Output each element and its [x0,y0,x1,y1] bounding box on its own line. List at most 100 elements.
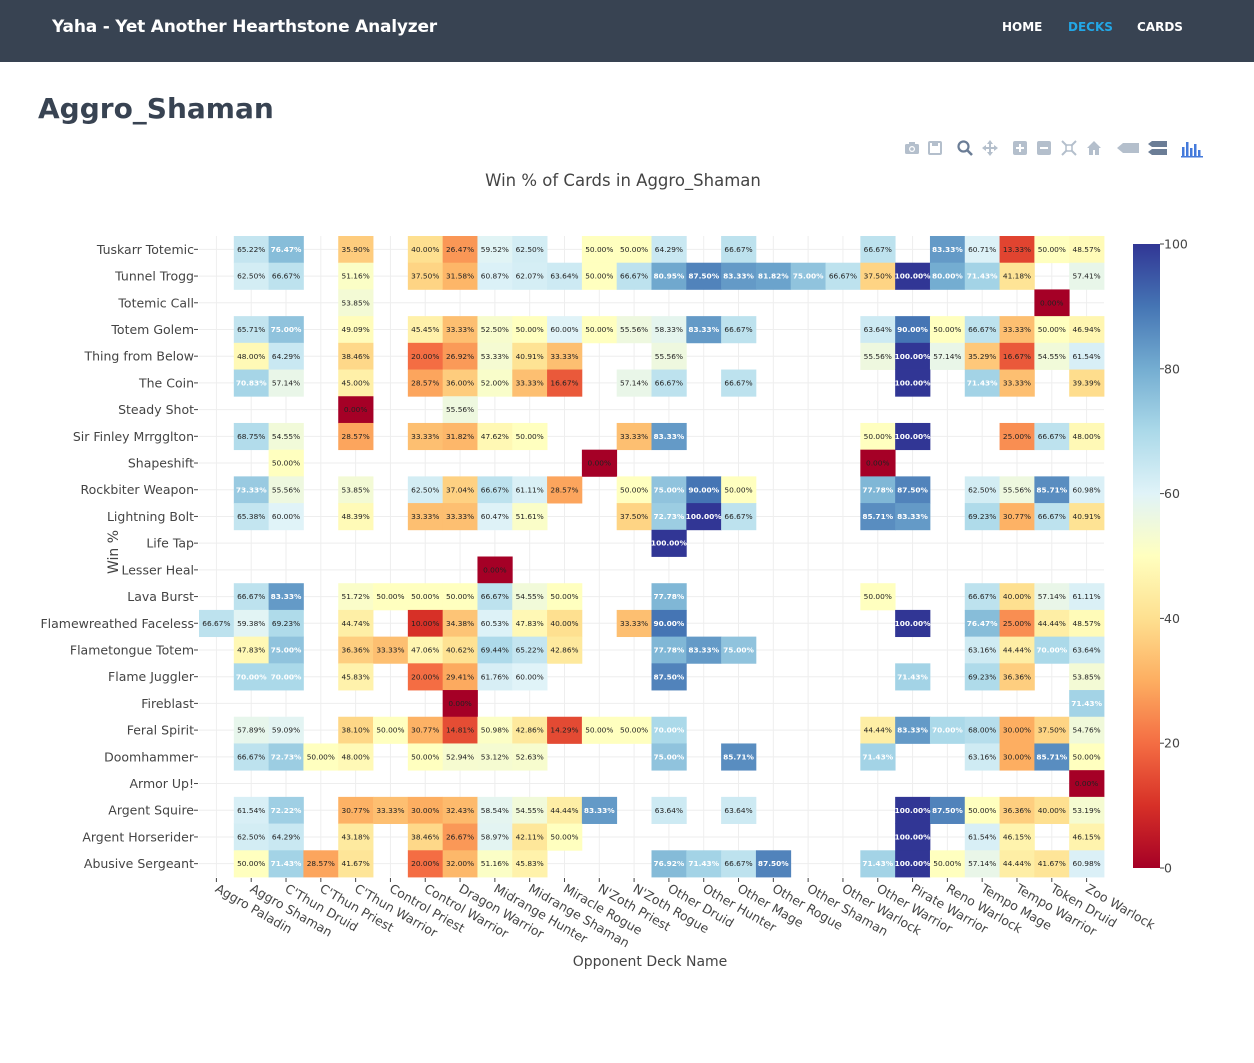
cell-value-label: 100.00% [895,619,932,628]
cell-value-label: 48.00% [237,352,265,361]
cell-value-label: 50.00% [516,432,544,441]
cell-value-label: 33.33% [446,325,474,334]
cell-value-label: 83.33% [688,325,719,334]
y-tick-label: Tunnel Trogg [114,269,194,284]
cell-value-label: 16.67% [1003,352,1031,361]
cell-value-label: 90.00% [654,619,685,628]
cell-value-label: 30.77% [1003,512,1031,521]
cell-value-label: 36.00% [446,378,474,387]
y-tick-label: Life Tap [146,536,194,551]
cell-value-label: 60.00% [516,672,544,681]
cell-value-label: 52.50% [481,325,509,334]
cell-value-label: 70.00% [271,672,302,681]
cell-value-label: 62.07% [516,272,544,281]
cell-value-label: 37.04% [446,485,474,494]
cell-value-label: 62.50% [237,833,265,842]
cell-value-label: 36.36% [1003,672,1031,681]
cell-value-label: 51.16% [342,272,370,281]
cell-value-label: 66.67% [829,272,857,281]
cell-value-label: 40.62% [446,646,474,655]
cell-value-label: 50.00% [585,272,613,281]
y-tick-label: Abusive Sergeant [84,856,194,871]
cell-value-label: 47.83% [237,646,265,655]
cell-value-label: 39.39% [1073,378,1101,387]
colorbar-tick-label: 20 [1164,736,1180,751]
cell-value-label: 50.00% [1038,325,1066,334]
cell-value-label: 66.67% [1038,512,1066,521]
cell-value-label: 25.00% [1003,432,1031,441]
cell-value-label: 61.54% [1073,352,1101,361]
y-tick-label: Lightning Bolt [107,509,194,524]
cell-value-label: 53.12% [481,752,509,761]
cell-value-label: 72.22% [271,806,302,815]
y-tick-label: Tuskarr Totemic [96,242,194,257]
cell-value-label: 47.06% [411,646,439,655]
cell-value-label: 55.56% [620,325,648,334]
cell-value-label: 29.41% [446,672,474,681]
cell-value-label: 63.16% [968,646,996,655]
cell-value-label: 66.67% [968,325,996,334]
cell-value-label: 40.00% [411,245,439,254]
cell-value-label: 48.39% [342,512,370,521]
cell-value-label: 33.33% [411,432,439,441]
cell-value-label: 66.67% [724,859,752,868]
cell-value-label: 85.71% [1036,485,1067,494]
cell-value-label: 76.47% [967,619,998,628]
heatmap-chart: Win % of Cards in Aggro_Shaman 65.22% 76.… [40,171,1187,970]
cell-value-label: 100.00% [651,539,688,548]
cell-value-label: 54.55% [516,592,544,601]
cell-value-label: 85.71% [862,512,893,521]
cell-value-label: 61.54% [237,806,265,815]
colorbar-tick-label: 60 [1164,486,1180,501]
cell-value-label: 50.00% [307,752,335,761]
cell-value-label: 66.67% [655,378,683,387]
cell-value-label: 80.95% [654,272,685,281]
cell-value-label: 71.43% [862,752,893,761]
y-tick-label: The Coin [138,375,194,390]
cell-value-label: 33.33% [550,352,578,361]
cell-value-label: 64.29% [272,352,300,361]
cell-value-label: 31.58% [446,272,474,281]
cell-value-label: 70.00% [236,672,267,681]
cell-value-label: 50.00% [272,459,300,468]
cell-value-label: 43.18% [342,833,370,842]
y-tick-label: Sir Finley Mrrgglton [73,429,194,444]
cell-value-label: 32.43% [446,806,474,815]
cell-value-label: 66.67% [724,245,752,254]
cell-value-label: 37.50% [411,272,439,281]
cell-value-label: 80.00% [932,272,963,281]
cell-value-label: 33.33% [620,619,648,628]
cell-value-label: 50.00% [411,752,439,761]
cell-value-label: 69.23% [968,672,996,681]
cell-value-label: 38.46% [342,352,370,361]
cell-value-label: 66.67% [724,325,752,334]
cell-value-label: 83.33% [584,806,615,815]
cell-value-label: 83.33% [271,592,302,601]
chart-title: Win % of Cards in Aggro_Shaman [485,171,761,191]
cell-value-label: 51.61% [516,512,544,521]
cell-value-label: 28.57% [550,485,578,494]
cell-value-label: 44.44% [864,726,892,735]
cell-value-label: 71.43% [967,378,998,387]
cell-value-label: 70.00% [654,726,685,735]
cell-value-label: 100.00% [686,512,723,521]
cell-value-label: 47.62% [481,432,509,441]
y-tick-label: Flamewreathed Faceless [40,616,194,631]
cell-value-label: 65.22% [516,646,544,655]
cell-value-label: 57.14% [933,352,961,361]
cell-value-label: 76.47% [271,245,302,254]
y-tick-label: Doomhammer [104,749,195,764]
cell-value-label: 50.00% [933,859,961,868]
cell-value-label: 83.33% [688,646,719,655]
cell-value-label: 45.45% [411,325,439,334]
cell-value-label: 90.00% [688,485,719,494]
cell-value-label: 77.78% [654,646,685,655]
cell-value-label: 60.98% [1073,859,1101,868]
cell-value-label: 60.98% [1073,485,1101,494]
cell-value-label: 57.89% [237,726,265,735]
cell-value-label: 13.33% [1003,245,1031,254]
y-tick-label: Feral Spirit [127,723,194,738]
cell-value-label: 53.19% [1073,806,1101,815]
cell-value-label: 50.00% [620,485,648,494]
cell-value-label: 50.00% [376,592,404,601]
